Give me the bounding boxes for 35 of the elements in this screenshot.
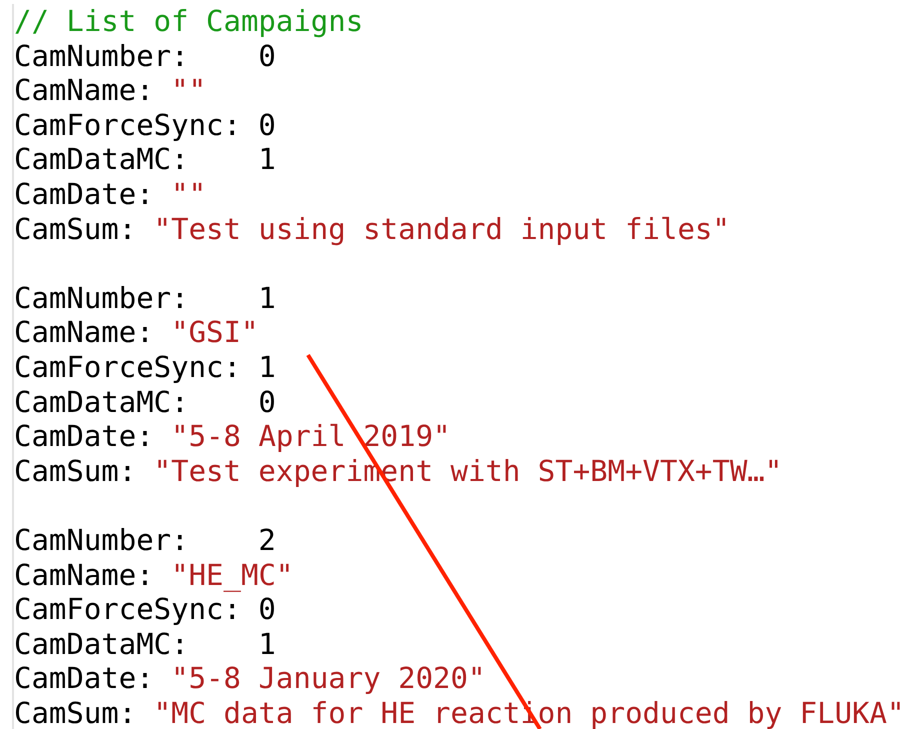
field-value: 1 <box>258 280 276 316</box>
field-key: CamDate: <box>14 661 154 696</box>
field-key: CamDate: <box>14 419 154 454</box>
field-value: "5-8 January 2020" <box>171 661 486 696</box>
field-key: CamForceSync: <box>14 592 258 627</box>
field-value: "Test using standard input files" <box>154 212 730 246</box>
field-key: CamName: <box>14 315 154 350</box>
field-value: "" <box>171 176 206 212</box>
field-key: CamNumber: <box>14 280 258 316</box>
field-key: CamNumber: <box>14 38 258 74</box>
field-key: CamDataMC: <box>14 142 258 177</box>
field-value: 0 <box>258 38 276 74</box>
field-key: CamForceSync: <box>14 350 258 385</box>
field-key: CamDataMC: <box>14 626 258 662</box>
field-key: CamDate: <box>14 176 154 212</box>
field-value: "GSI" <box>171 315 258 350</box>
field-value: "HE_MC" <box>171 558 294 592</box>
field-value: "5-8 April 2019" <box>171 419 450 454</box>
field-value: 2 <box>258 522 276 558</box>
field-key: CamForceSync: <box>14 108 258 142</box>
code-comment: // List of Campaigns <box>14 4 364 39</box>
field-key: CamSum: <box>14 696 136 729</box>
field-value: 0 <box>258 592 276 627</box>
field-key: CamDataMC: <box>14 384 258 420</box>
field-key: CamName: <box>14 558 154 592</box>
field-value: 1 <box>258 626 276 662</box>
field-value: "" <box>171 73 206 108</box>
field-value: 1 <box>258 142 276 177</box>
field-value: 0 <box>258 384 276 420</box>
field-key: CamSum: <box>14 212 136 246</box>
field-key: CamName: <box>14 73 154 108</box>
field-value: 0 <box>258 108 276 142</box>
field-value: 1 <box>258 350 276 385</box>
field-key: CamSum: <box>14 454 136 488</box>
field-key: CamNumber: <box>14 522 258 558</box>
